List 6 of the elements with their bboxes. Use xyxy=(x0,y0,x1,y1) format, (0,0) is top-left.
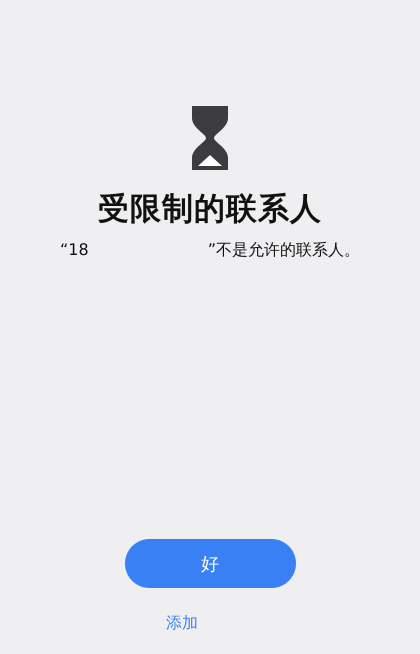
add-contact-link[interactable]: 添加 xyxy=(166,613,198,634)
hourglass-icon xyxy=(190,106,230,170)
ok-button[interactable]: 好 xyxy=(124,539,296,588)
dialog-title: 受限制的联系人 xyxy=(98,190,322,229)
message-text: ”不是允许的联系人。 xyxy=(208,240,360,261)
contact-number-text: “18 xyxy=(60,240,89,261)
